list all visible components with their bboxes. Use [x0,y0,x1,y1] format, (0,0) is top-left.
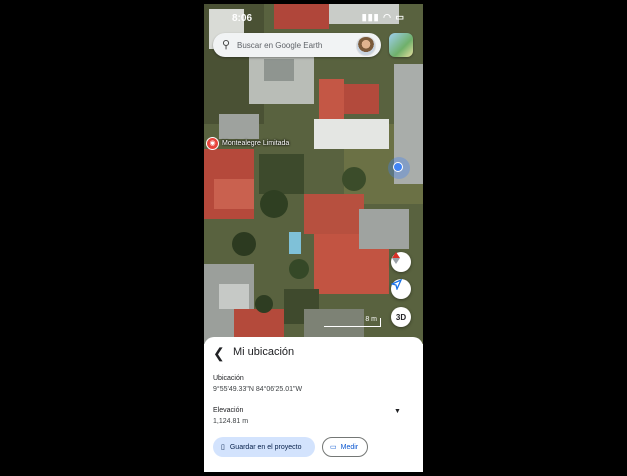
search-input[interactable] [237,36,355,54]
map-layers-button[interactable] [389,33,413,57]
sheet-title: Mi ubicación [233,346,295,358]
search-icon: ⚲ [222,39,231,51]
search-bar[interactable]: ⚲ [213,33,381,57]
location-label: Ubicación [213,375,244,382]
avatar[interactable] [356,36,376,56]
save-to-project-button[interactable]: ▯ Guardar en el proyecto [213,437,315,457]
back-arrow-icon[interactable]: ❮ [213,345,227,361]
my-location-button[interactable] [391,279,411,299]
elevation-value: 1,124.81 m [213,418,249,425]
location-sheet: ❮ Mi ubicación Ubicación 9°55'49.33"N 84… [204,337,423,472]
view-3d-button[interactable]: 3D [391,307,411,327]
bookmark-icon: ▯ [221,444,225,451]
save-button-label: Guardar en el proyecto [229,443,302,451]
map-scale: 8 m [324,316,381,327]
location-value: 9°55'49.33"N 84°06'25.01"W [213,386,303,393]
navigation-arrow-icon [391,279,402,290]
status-indicators: ▮▮▮ ◠ ▭ [361,12,405,22]
chevron-down-icon[interactable]: ▼ [394,408,401,415]
status-time: 8:06 [232,13,253,24]
measure-button-label: Medir [340,443,359,451]
scale-label: 8 m [365,316,377,323]
ruler-icon: ▭ [330,444,337,451]
measure-button[interactable]: ▭ Medir [322,437,368,457]
current-location-dot [388,157,410,179]
elevation-label: Elevación [213,407,244,414]
status-bar: 8:06 ▮▮▮ ◠ ▭ [204,4,423,26]
compass-button[interactable] [391,252,411,272]
map-pin-icon: ◉ [206,136,219,150]
phone-screen: 8:06 ▮▮▮ ◠ ▭ ⚲ ◉ Montealegre Limitada 3D [204,4,423,472]
compass-icon [392,252,400,264]
place-label: Montealegre Limitada [222,139,290,147]
place-marker[interactable]: ◉ Montealegre Limitada [206,136,290,150]
satellite-map[interactable]: 8:06 ▮▮▮ ◠ ▭ ⚲ ◉ Montealegre Limitada 3D [204,4,423,344]
